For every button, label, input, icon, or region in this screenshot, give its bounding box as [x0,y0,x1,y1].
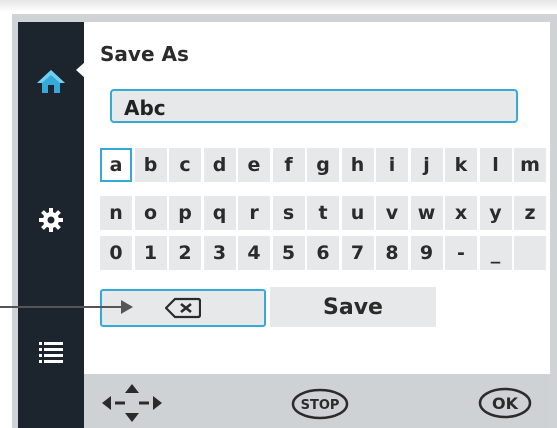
keyboard-key[interactable]: 4 [238,236,270,270]
keyboard-key[interactable]: g [307,148,339,182]
keyboard-key[interactable]: h [341,148,374,182]
home-icon [37,70,65,93]
filename-value: Abc [124,96,166,120]
keyboard-key[interactable]: 9 [410,236,443,270]
keyboard-key[interactable]: r [238,196,270,230]
settings-button[interactable] [18,190,84,250]
keyboard-key[interactable]: 5 [272,236,305,270]
keyboard-key[interactable]: t [307,196,339,230]
keyboard-key[interactable]: c [169,148,201,182]
keyboard-key[interactable]: k [445,148,477,182]
keyboard-key[interactable]: d [203,148,236,182]
keyboard-key[interactable]: 2 [169,236,201,270]
navigation-pad[interactable] [100,383,164,427]
keyboard-key[interactable]: w [410,196,443,230]
ok-button[interactable]: OK [478,387,532,419]
keyboard-key[interactable]: e [238,148,270,182]
sidebar [18,22,84,428]
directional-arrows-icon [102,384,162,422]
keyboard-key[interactable]: 6 [307,236,339,270]
keyboard-key[interactable]: p [169,196,201,230]
home-button[interactable] [18,52,84,110]
list-icon [39,342,63,363]
keyboard-key[interactable]: 0 [100,236,132,270]
gear-icon [39,208,63,232]
keyboard-key[interactable]: f [272,148,305,182]
keyboard-key[interactable]: q [203,196,236,230]
keyboard-key[interactable]: m [514,148,546,182]
keyboard-key[interactable]: y [479,196,512,230]
callout-arrowhead [121,300,133,314]
callout-line [0,306,122,308]
keyboard-key[interactable]: 1 [134,236,167,270]
keyboard-key[interactable]: a [100,148,132,182]
page-title: Save As [100,42,189,66]
keyboard-key[interactable]: _ [479,236,512,270]
save-button[interactable]: Save [270,287,436,327]
ok-oval: OK [478,387,532,419]
keyboard-key[interactable]: u [341,196,374,230]
keyboard-key[interactable]: l [479,148,512,182]
keyboard-key[interactable]: 7 [341,236,374,270]
ok-label: OK [492,394,519,413]
keyboard-key[interactable]: i [376,148,408,182]
keyboard-key-blank[interactable] [514,236,546,270]
keyboard-key[interactable]: x [445,196,477,230]
stop-button[interactable]: STOP [291,388,349,420]
keyboard-key[interactable]: n [100,196,132,230]
filename-input[interactable] [110,89,518,123]
bezel-shadow [0,0,557,12]
keyboard-key[interactable]: o [134,196,167,230]
backspace-icon [165,297,201,319]
keyboard-key[interactable]: z [514,196,546,230]
stop-label: STOP [301,398,340,413]
keyboard-key[interactable]: j [410,148,443,182]
keyboard-key[interactable]: - [445,236,477,270]
keyboard-key[interactable]: v [376,196,408,230]
stop-oval: STOP [291,388,349,420]
keyboard-key[interactable]: s [272,196,305,230]
keyboard-key[interactable]: b [134,148,167,182]
keyboard-key[interactable]: 3 [203,236,236,270]
menu-list-button[interactable] [18,322,84,382]
keyboard-key[interactable]: 8 [376,236,408,270]
